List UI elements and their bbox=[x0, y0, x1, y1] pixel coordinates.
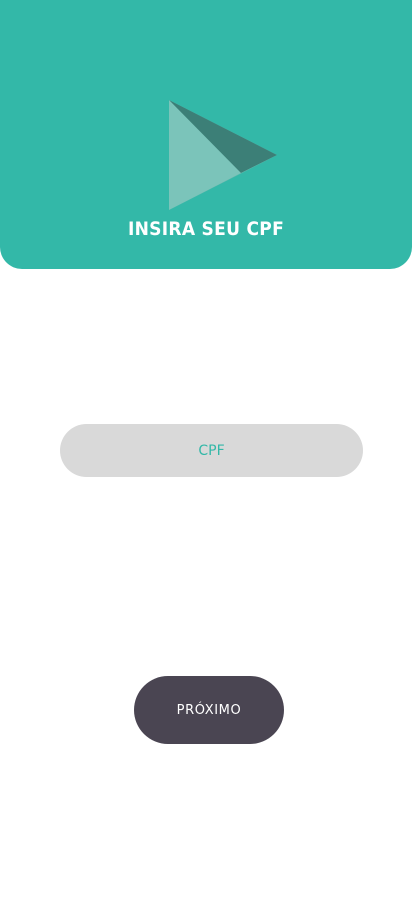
cpf-screen: INSIRA SEU CPF PRÓXIMO bbox=[0, 0, 412, 917]
page-title: INSIRA SEU CPF bbox=[127, 218, 285, 240]
header-banner: INSIRA SEU CPF bbox=[0, 0, 412, 269]
cpf-input[interactable] bbox=[60, 424, 363, 477]
next-button[interactable]: PRÓXIMO bbox=[134, 676, 284, 744]
play-triangle-logo-icon bbox=[169, 100, 277, 210]
